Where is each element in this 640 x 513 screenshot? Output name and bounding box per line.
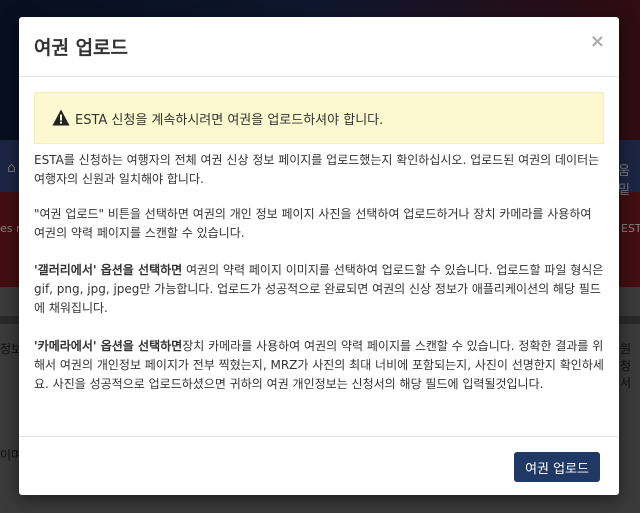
camera-option-label: '카메라에서' 옵션을 선택하면 [34,339,183,353]
warning-icon [52,109,70,126]
modal-header: 여권 업로드 × [19,17,619,77]
warning-alert: ESTA 신청을 계속하시려면 여권을 업로드하셔야 합니다. [34,92,604,144]
instruction-paragraph-camera: '카메라에서' 옵션을 선택하면장치 카메라를 사용하여 여권의 약력 페이지를… [34,337,606,394]
instruction-paragraph-gallery: '갤러리에서' 옵션을 선택하면 여권의 약력 페이지 이미지를 선택하여 업로… [34,261,606,318]
modal-footer: 여권 업로드 [19,436,619,495]
close-button[interactable]: × [590,31,605,52]
instruction-paragraph-2: "여권 업로드" 비튼을 선택하면 여권의 개인 정보 페이지 사진을 선택하여… [34,207,592,240]
passport-upload-modal: 여권 업로드 × ESTA 신청을 계속하시려면 여권을 업로드하셔야 합니다.… [19,17,619,495]
passport-upload-button[interactable]: 여권 업로드 [514,452,600,482]
modal-title: 여권 업로드 [34,37,129,59]
gallery-option-label: '갤러리에서' 옵션을 선택하면 [34,263,183,277]
instruction-paragraph-1: ESTA를 신청하는 여행자의 전체 여권 신상 정보 페이지를 업로드했는지 … [34,153,600,186]
warning-text: ESTA 신청을 계속하시려면 여권을 업로드하셔야 합니다. [75,113,384,128]
